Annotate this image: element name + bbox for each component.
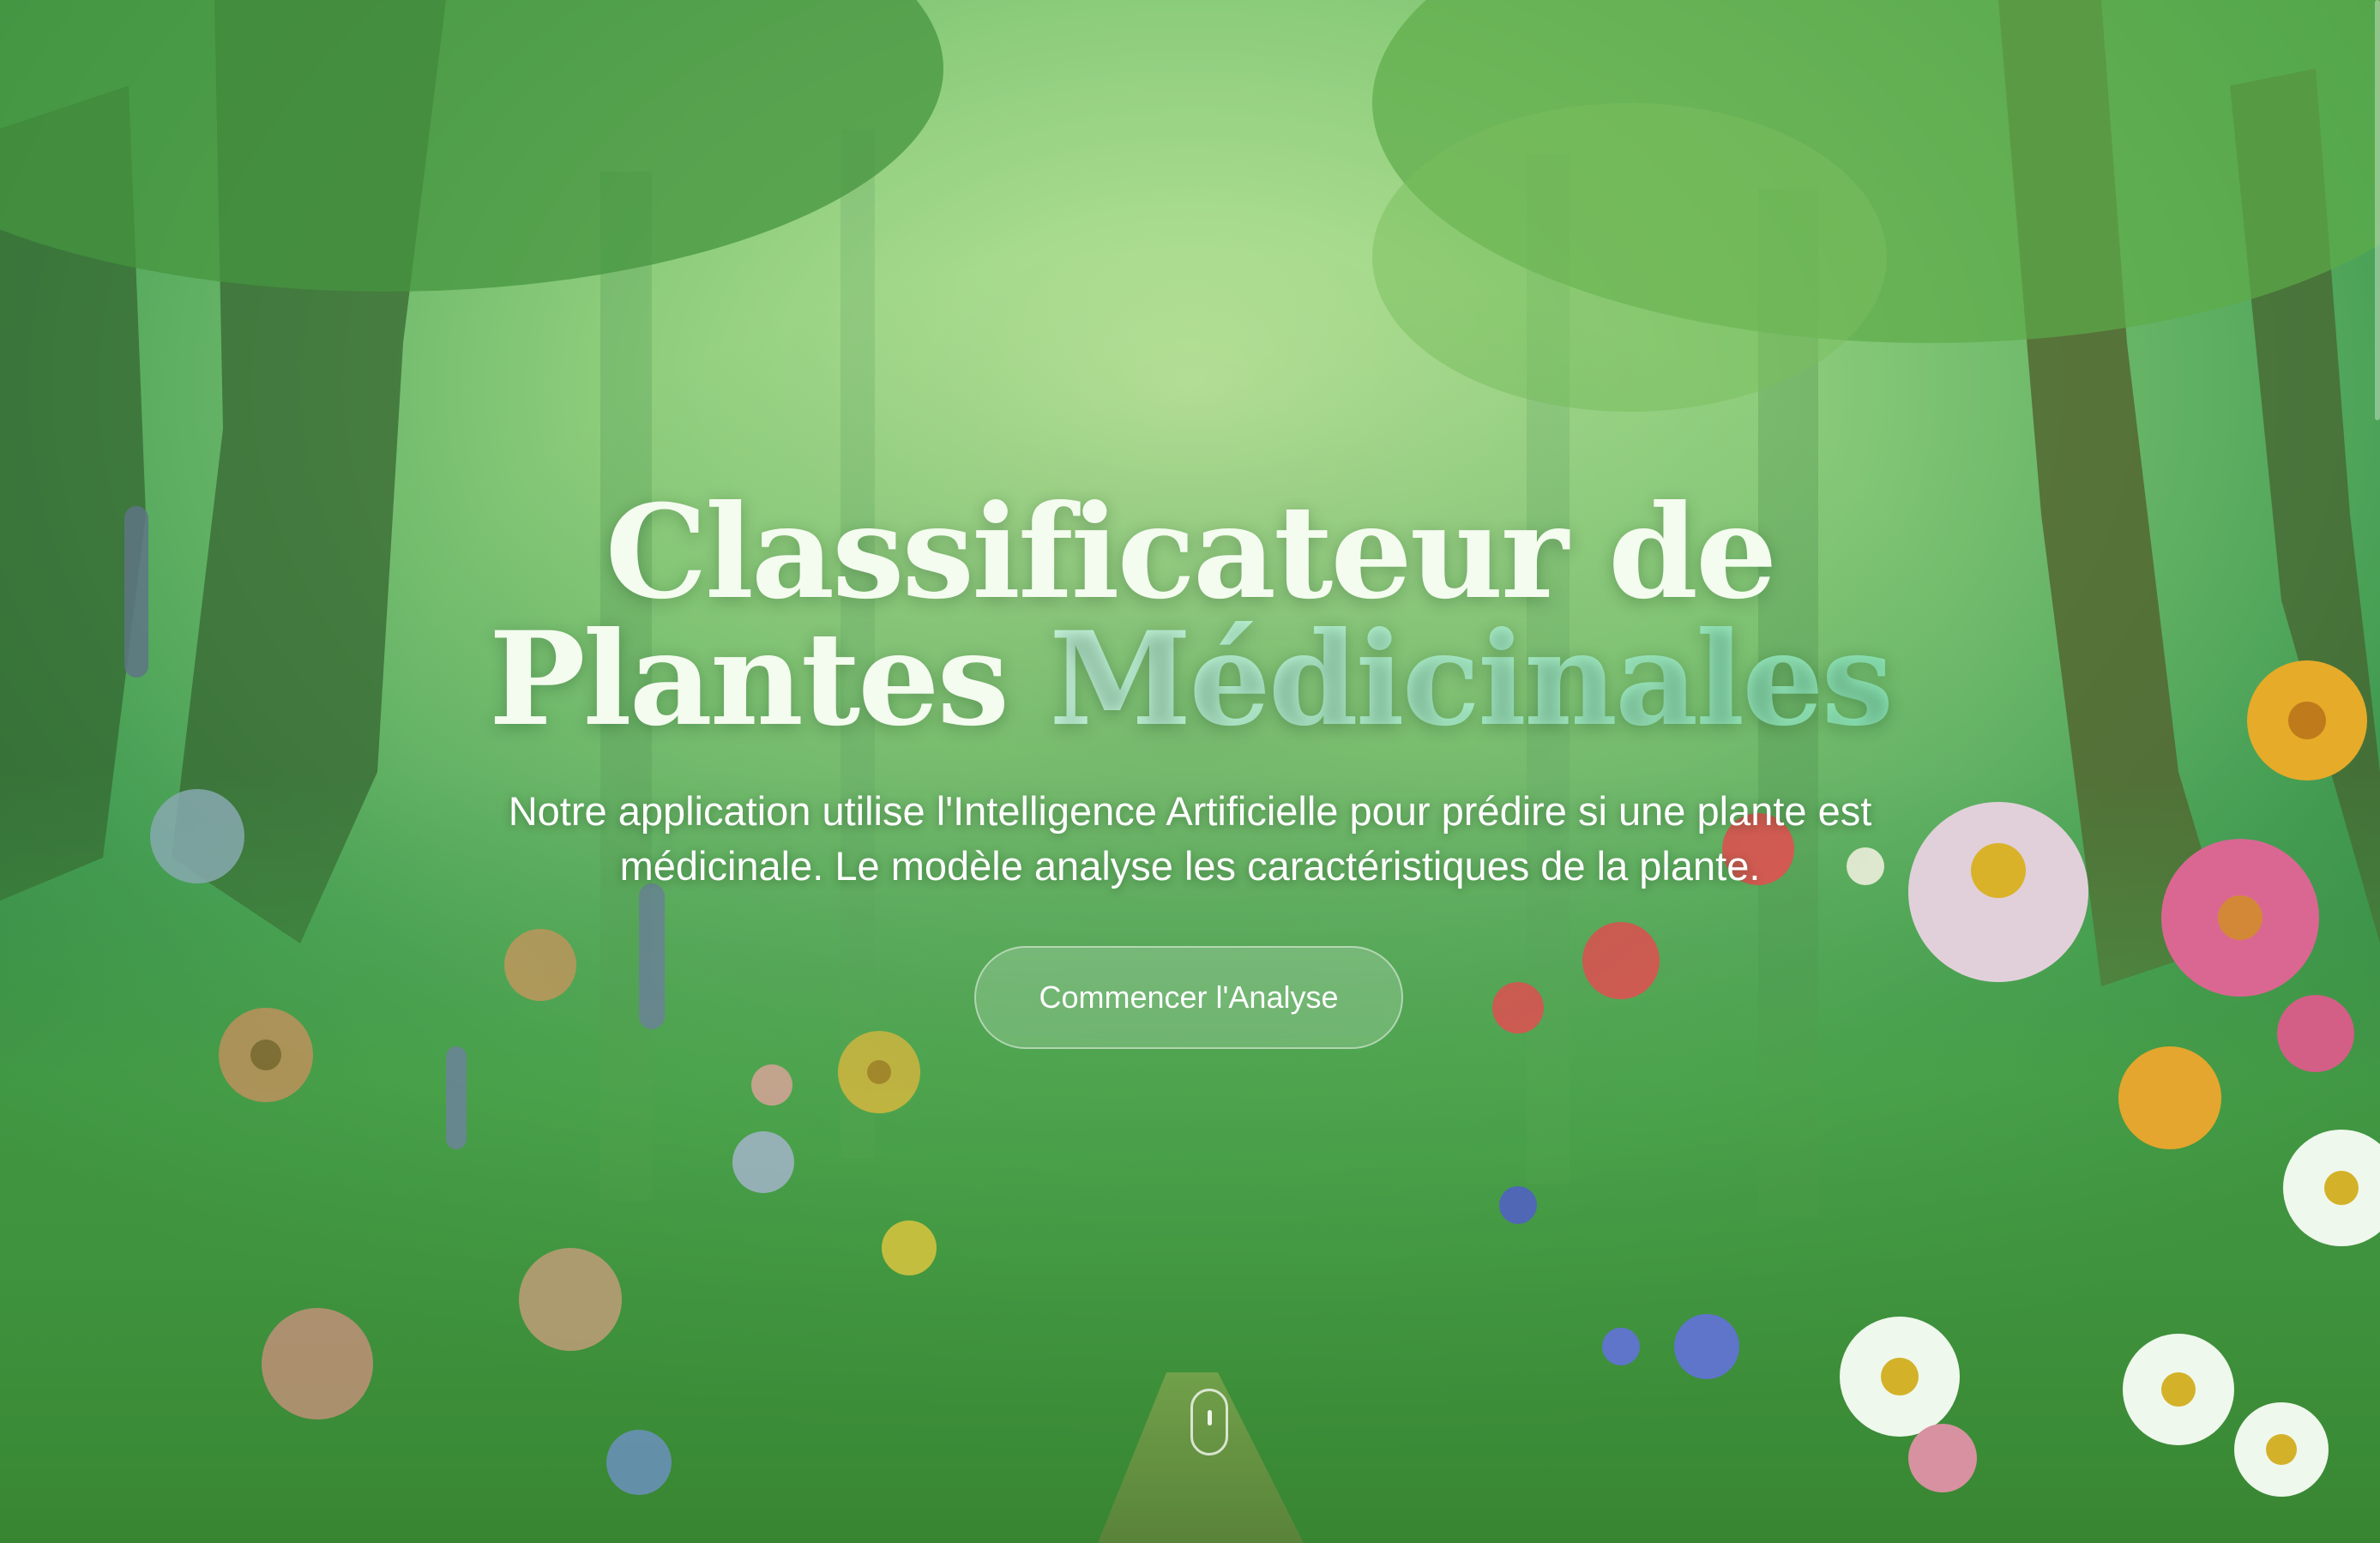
hero-section: Classificateur de Plantes Médicinales No… [0,0,2380,1543]
hero-content: Classificateur de Plantes Médicinales No… [0,477,2380,894]
scroll-wheel [1208,1410,1212,1425]
page-scrollbar[interactable] [2375,0,2380,420]
title-accent-text: Médicinales [1049,604,1894,755]
page-title: Classificateur de Plantes Médicinales [0,477,2380,744]
title-line-1: Classificateur de [605,477,1778,628]
hero-description: Notre application utilise l'Intelligence… [508,788,1872,889]
start-analysis-button[interactable]: Commencer l'Analyse [974,946,1403,1049]
title-line-2: Plantes Médicinales [0,615,2380,744]
title-plain-text: Plantes [488,604,1050,755]
mouse-scroll-icon[interactable] [1190,1389,1228,1456]
